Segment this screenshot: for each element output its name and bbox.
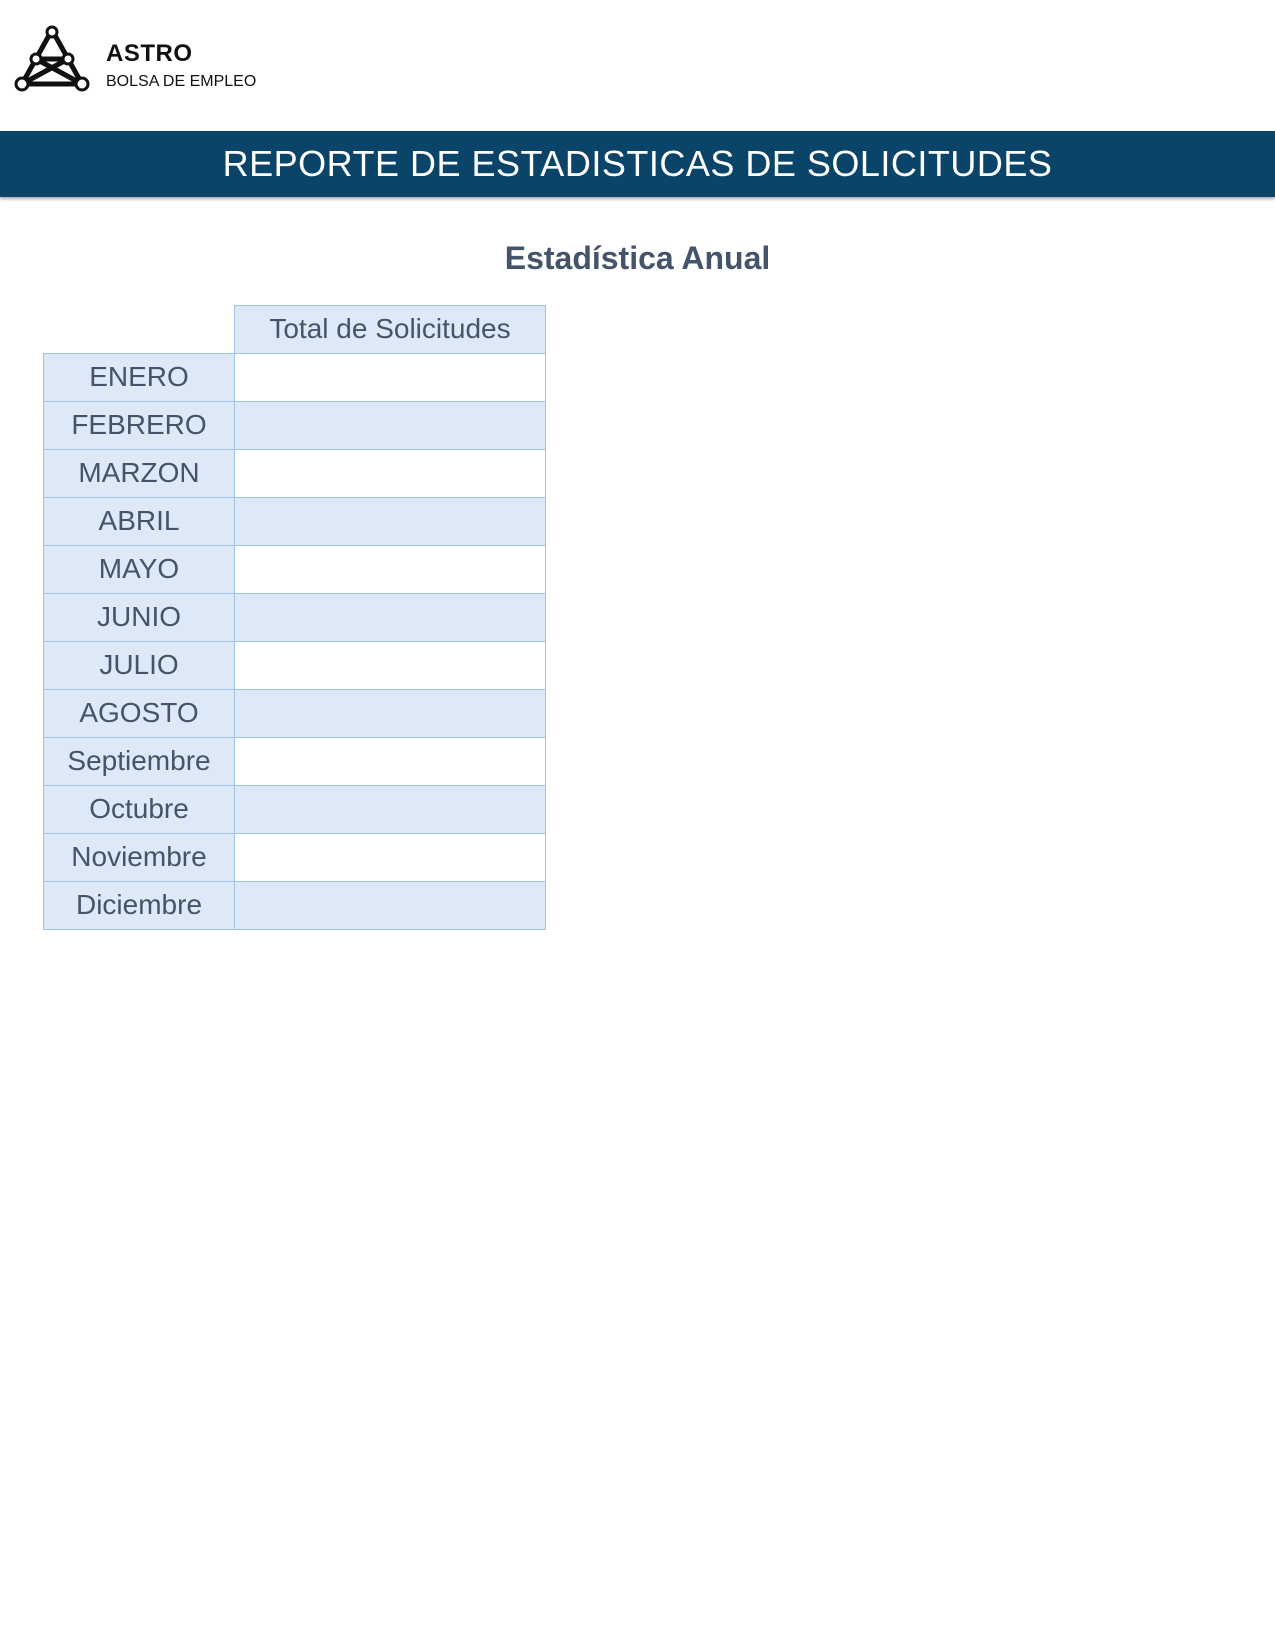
astro-a-icon <box>14 25 90 92</box>
total-cell[interactable] <box>234 352 546 402</box>
total-cell[interactable] <box>234 880 546 930</box>
logo-subtitle: BOLSA DE EMPLEO <box>106 73 257 90</box>
month-label: Septiembre <box>43 736 235 786</box>
month-label: Diciembre <box>43 880 235 930</box>
month-label: Noviembre <box>43 832 235 882</box>
total-cell[interactable] <box>234 544 546 594</box>
table-row: Diciembre <box>43 880 546 930</box>
report-title: REPORTE DE ESTADISTICAS DE SOLICITUDES <box>222 143 1053 184</box>
table-corner-cell <box>44 306 235 354</box>
table-row: Septiembre <box>43 736 546 786</box>
month-label: ENERO <box>43 352 235 402</box>
header-banner: REPORTE DE ESTADISTICAS DE SOLICITUDES <box>0 131 1275 197</box>
logo-name: ASTRO <box>106 40 193 67</box>
month-label: MARZON <box>43 448 235 498</box>
table-header-row: Total de Solicitudes <box>44 305 546 354</box>
month-label: Octubre <box>43 784 235 834</box>
table-row: MARZON <box>43 448 546 498</box>
total-cell[interactable] <box>234 688 546 738</box>
month-label: ABRIL <box>43 496 235 546</box>
table-row: AGOSTO <box>43 688 546 738</box>
month-label: MAYO <box>43 544 235 594</box>
month-label: FEBRERO <box>43 400 235 450</box>
table-row: MAYO <box>43 544 546 594</box>
month-label: JUNIO <box>43 592 235 642</box>
total-cell[interactable] <box>234 592 546 642</box>
table-row: JUNIO <box>43 592 546 642</box>
table-row: JULIO <box>43 640 546 690</box>
total-cell[interactable] <box>234 784 546 834</box>
total-cell[interactable] <box>234 736 546 786</box>
table-row: ABRIL <box>43 496 546 546</box>
section-title: Estadística Anual <box>504 240 771 276</box>
total-cell[interactable] <box>234 448 546 498</box>
table-row: Noviembre <box>43 832 546 882</box>
table-row: Octubre <box>43 784 546 834</box>
column-header-total: Total de Solicitudes <box>234 305 546 354</box>
total-cell[interactable] <box>234 832 546 882</box>
total-cell[interactable] <box>234 496 546 546</box>
company-logo: ASTRO BOLSA DE EMPLEO <box>14 24 274 94</box>
monthly-stats-table: Total de Solicitudes ENERO FEBRERO MARZO… <box>43 305 546 930</box>
total-cell[interactable] <box>234 640 546 690</box>
month-label: AGOSTO <box>43 688 235 738</box>
table-row: ENERO <box>43 352 546 402</box>
month-label: JULIO <box>43 640 235 690</box>
total-cell[interactable] <box>234 400 546 450</box>
table-row: FEBRERO <box>43 400 546 450</box>
